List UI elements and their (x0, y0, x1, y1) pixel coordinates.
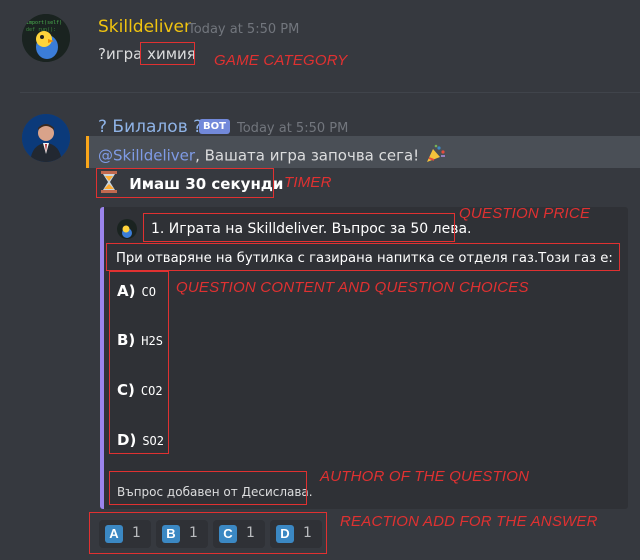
bot-author[interactable]: ? Билалов ? (98, 117, 202, 137)
reaction-highlight (89, 512, 327, 554)
mention-message: @Skilldeliver, Вашата игра започва сега! (98, 144, 446, 168)
question-content-annotation: QUESTION CONTENT AND QUESTION CHOICES (176, 279, 529, 296)
message-divider (20, 92, 640, 93)
author-highlight (109, 471, 307, 505)
timer-annotation: TIMER (284, 174, 332, 191)
reaction-annotation: REACTION ADD FOR THE ANSWER (340, 513, 598, 530)
person-avatar-icon (22, 114, 70, 162)
question-price-annotation: QUESTION PRICE (459, 205, 591, 222)
timer-highlight (96, 168, 274, 198)
start-text: , Вашата игра започва сега! (195, 146, 420, 165)
choice-value: H2S (141, 334, 163, 348)
game-category-annotation: GAME CATEGORY (214, 52, 348, 69)
choice-c: C) CO2 (117, 381, 163, 399)
choice-letter: B) (117, 331, 136, 349)
choice-value: CO (141, 285, 156, 299)
user-mention[interactable]: @Skilldeliver (98, 147, 195, 165)
choice-d: D) SO2 (117, 431, 164, 449)
parrot-avatar-icon (117, 219, 137, 239)
svg-text:import(self): import(self) (26, 20, 62, 26)
choice-value: SO2 (142, 434, 164, 448)
author-annotation: AUTHOR OF THE QUESTION (320, 468, 530, 485)
choice-letter: D) (117, 431, 137, 449)
bot-avatar[interactable] (22, 114, 70, 162)
choice-a: A) CO (117, 282, 156, 300)
parrot-avatar-icon: import(self) def run(): (22, 14, 70, 62)
mention-bar (86, 136, 89, 168)
choice-value: CO2 (140, 384, 163, 398)
message-timestamp: Today at 5:50 PM (188, 22, 300, 37)
embed-author-avatar (117, 219, 137, 239)
bot-timestamp: Today at 5:50 PM (237, 121, 349, 136)
game-category-highlight (140, 42, 195, 65)
choice-letter: A) (117, 282, 136, 300)
party-popper-icon (424, 144, 446, 168)
choice-letter: C) (117, 381, 135, 399)
question-content-highlight (106, 243, 620, 271)
question-price-highlight (143, 213, 455, 242)
bot-badge: BOT (199, 119, 230, 134)
user-avatar[interactable]: import(self) def run(): (22, 14, 70, 62)
choice-b: B) H2S (117, 331, 163, 349)
message-author[interactable]: Skilldeliver (98, 17, 191, 37)
